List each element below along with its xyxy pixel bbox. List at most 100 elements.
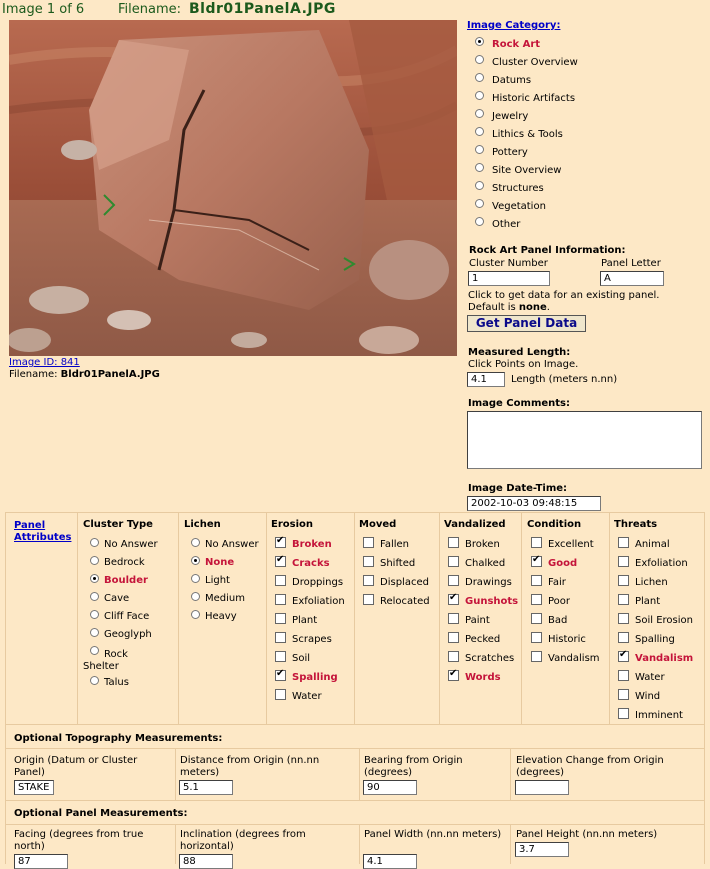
condition-label-3: Poor <box>548 596 571 607</box>
cluster-type-label-0: No Answer <box>104 539 158 550</box>
panel-hint-line1: Click to get data for an existing panel. <box>468 290 660 301</box>
moved-checkbox-1[interactable] <box>363 556 374 567</box>
elevation-input[interactable] <box>515 780 569 795</box>
category-radio-2[interactable] <box>475 73 484 82</box>
page-header: Image 1 of 6 Filename: Bldr01PanelA.JPG <box>0 0 710 20</box>
image-comments-title: Image Comments: <box>468 398 570 409</box>
vandalized-checkbox-0[interactable] <box>448 537 459 548</box>
panel-attributes-link[interactable]: Panel Attributes <box>14 520 71 544</box>
moved-checkbox-0[interactable] <box>363 537 374 548</box>
category-radio-10[interactable] <box>475 217 484 226</box>
lichen-label-0: No Answer <box>205 539 259 550</box>
cluster-type-radio-1[interactable] <box>90 556 99 565</box>
erosion-checkbox-5[interactable] <box>275 632 286 643</box>
threats-checkbox-9[interactable] <box>618 708 629 719</box>
threats-checkbox-8[interactable] <box>618 689 629 700</box>
panel-height-label: Panel Height (nn.nn meters) <box>516 829 658 840</box>
cluster-type-radio-5[interactable] <box>90 628 99 637</box>
erosion-checkbox-1[interactable] <box>275 554 286 567</box>
moved-checkbox-3[interactable] <box>363 594 374 605</box>
lichen-radio-1[interactable] <box>191 556 200 565</box>
category-label-1: Cluster Overview <box>492 57 578 68</box>
rock-art-photo[interactable] <box>9 20 457 356</box>
category-label-0: Rock Art <box>492 39 541 50</box>
erosion-checkbox-7[interactable] <box>275 668 286 681</box>
threats-checkbox-0[interactable] <box>618 537 629 548</box>
threats-checkbox-6[interactable] <box>618 649 629 662</box>
cluster-type-radio-4[interactable] <box>90 610 99 619</box>
erosion-checkbox-2[interactable] <box>275 575 286 586</box>
panel-hint-line2: Default is none. <box>468 302 550 313</box>
cluster-type-radio-3[interactable] <box>90 592 99 601</box>
image-comments-textarea[interactable] <box>467 411 702 469</box>
threats-label-7: Water <box>635 672 665 683</box>
facing-input[interactable] <box>14 854 68 869</box>
category-radio-3[interactable] <box>475 91 484 100</box>
condition-checkbox-4[interactable] <box>531 613 542 624</box>
vandalized-checkbox-1[interactable] <box>448 556 459 567</box>
panel-letter-input[interactable] <box>600 271 664 286</box>
image-datetime-input[interactable] <box>467 496 601 511</box>
measured-length-input[interactable] <box>467 372 505 387</box>
threats-heading: Threats <box>614 519 658 530</box>
moved-checkbox-2[interactable] <box>363 575 374 586</box>
vandalized-checkbox-7[interactable] <box>448 668 459 681</box>
lichen-radio-2[interactable] <box>191 574 200 583</box>
vandalized-checkbox-4[interactable] <box>448 613 459 624</box>
vandalized-checkbox-2[interactable] <box>448 575 459 586</box>
condition-checkbox-0[interactable] <box>531 537 542 548</box>
condition-checkbox-3[interactable] <box>531 594 542 605</box>
distance-input[interactable] <box>179 780 233 795</box>
threats-checkbox-3[interactable] <box>618 594 629 605</box>
category-label-10: Other <box>492 219 521 230</box>
threats-label-5: Spalling <box>635 634 675 645</box>
panel-height-input[interactable] <box>515 842 569 857</box>
category-radio-0[interactable] <box>475 37 484 46</box>
image-category-title[interactable]: Image Category: <box>467 20 560 31</box>
cluster-number-input[interactable] <box>468 271 550 286</box>
image-id-link[interactable]: Image ID: 841 <box>9 357 80 368</box>
threats-checkbox-2[interactable] <box>618 575 629 586</box>
cluster-type-radio-0[interactable] <box>90 538 99 547</box>
erosion-label-8: Water <box>292 691 322 702</box>
distance-label: Distance from Origin (nn.nn meters) <box>180 755 320 778</box>
erosion-checkbox-8[interactable] <box>275 689 286 700</box>
bearing-input[interactable] <box>363 780 417 795</box>
category-label-5: Lithics & Tools <box>492 129 563 140</box>
lichen-radio-4[interactable] <box>191 610 200 619</box>
vandalized-checkbox-6[interactable] <box>448 651 459 662</box>
condition-label-6: Vandalism <box>548 653 600 664</box>
condition-checkbox-1[interactable] <box>531 554 542 567</box>
category-radio-4[interactable] <box>475 109 484 118</box>
category-radio-5[interactable] <box>475 127 484 136</box>
lichen-radio-3[interactable] <box>191 592 200 601</box>
threats-checkbox-1[interactable] <box>618 556 629 567</box>
lichen-radio-0[interactable] <box>191 538 200 547</box>
erosion-label-0: Broken <box>292 539 332 550</box>
condition-checkbox-5[interactable] <box>531 632 542 643</box>
erosion-checkbox-6[interactable] <box>275 651 286 662</box>
origin-input[interactable] <box>14 780 54 795</box>
cluster-type-radio-2[interactable] <box>90 574 99 583</box>
threats-checkbox-4[interactable] <box>618 613 629 624</box>
category-radio-6[interactable] <box>475 145 484 154</box>
erosion-checkbox-3[interactable] <box>275 594 286 605</box>
vandalized-checkbox-5[interactable] <box>448 632 459 643</box>
cluster-type-radio-7[interactable] <box>90 676 99 685</box>
filename-value: Bldr01PanelA.JPG <box>189 1 336 17</box>
category-radio-7[interactable] <box>475 163 484 172</box>
erosion-checkbox-4[interactable] <box>275 613 286 624</box>
erosion-checkbox-0[interactable] <box>275 535 286 548</box>
condition-checkbox-6[interactable] <box>531 651 542 662</box>
vandalized-label-4: Paint <box>465 615 490 626</box>
inclination-input[interactable] <box>179 854 233 869</box>
vandalized-checkbox-3[interactable] <box>448 592 459 605</box>
category-radio-1[interactable] <box>475 55 484 64</box>
condition-checkbox-2[interactable] <box>531 575 542 586</box>
threats-checkbox-5[interactable] <box>618 632 629 643</box>
category-radio-8[interactable] <box>475 181 484 190</box>
get-panel-data-button[interactable]: Get Panel Data <box>467 315 586 332</box>
panel-width-input[interactable] <box>363 854 417 869</box>
threats-checkbox-7[interactable] <box>618 670 629 681</box>
category-radio-9[interactable] <box>475 199 484 208</box>
